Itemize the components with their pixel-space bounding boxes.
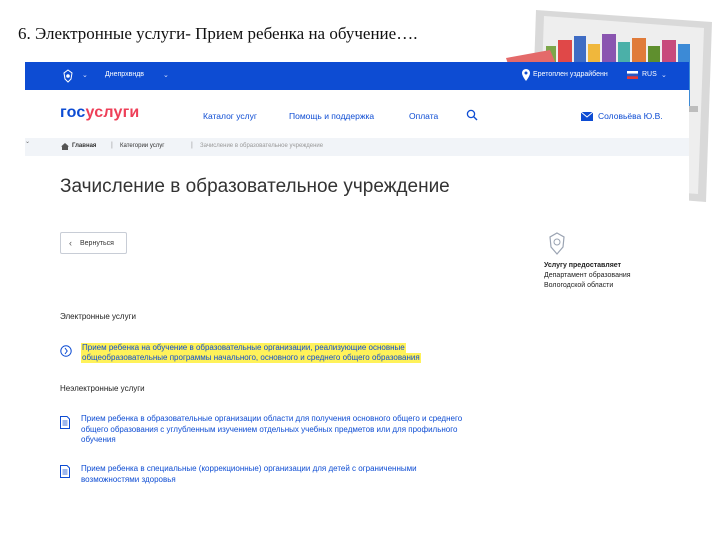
- chevron-down-icon[interactable]: ⌄: [82, 71, 88, 79]
- provider-label: Услугу предоставляет: [544, 262, 622, 269]
- flag-icon: [627, 71, 638, 79]
- location-pin-icon: [522, 69, 530, 81]
- nav-catalog[interactable]: Каталог услуг: [203, 111, 257, 121]
- slide-title: 6. Электронные услуги- Прием ребенка на …: [18, 24, 418, 43]
- electronic-services-heading: Электронные услуги: [60, 312, 136, 321]
- page-title: Зачисление в образовательное учреждение: [60, 176, 450, 197]
- chevron-down-icon[interactable]: ⌄: [163, 71, 169, 79]
- chevron-left-icon: ‹: [69, 238, 72, 248]
- search-icon[interactable]: [466, 109, 478, 121]
- gosuslugi-screenshot: ⌄ Днепрхвндв ⌄ Еретоплен уздрайбенн RUS …: [25, 62, 689, 502]
- provider-region[interactable]: Вологодской области: [544, 282, 613, 289]
- breadcrumb-home[interactable]: Главная: [72, 143, 96, 149]
- language-selector[interactable]: RUS: [642, 71, 657, 78]
- emblem-icon: [63, 69, 73, 83]
- region-selector[interactable]: Днепрхвндв: [105, 71, 144, 78]
- nav-help[interactable]: Помощь и поддержка: [289, 111, 374, 121]
- back-button[interactable]: ‹ Вернуться: [60, 232, 127, 254]
- breadcrumb-current: Зачисление в образовательное учреждение: [200, 143, 324, 149]
- chevron-down-icon[interactable]: ⌄: [25, 139, 30, 145]
- breadcrumb-categories[interactable]: Категории услуг: [120, 143, 164, 149]
- home-icon[interactable]: [61, 143, 69, 150]
- mail-icon[interactable]: [581, 112, 593, 121]
- separator: |: [111, 142, 113, 149]
- city-selector[interactable]: Еретоплен уздрайбенн: [533, 71, 608, 78]
- document-icon: [60, 465, 70, 478]
- nav-payment[interactable]: Оплата: [409, 111, 438, 121]
- gosuslugi-logo[interactable]: госуслуги: [60, 104, 139, 122]
- breadcrumb: Главная | Категории услуг ⌄ | Зачисление…: [25, 138, 689, 156]
- document-icon: [60, 416, 70, 429]
- separator: |: [191, 142, 193, 149]
- non-electronic-service-link[interactable]: Прием ребенка в образовательные организа…: [81, 414, 462, 446]
- coat-of-arms-icon: [549, 232, 565, 255]
- chevron-down-icon[interactable]: ⌄: [661, 71, 667, 79]
- electronic-service-link[interactable]: Прием ребенка на обучение в образователь…: [81, 343, 421, 363]
- non-electronic-services-heading: Неэлектронные услуги: [60, 384, 145, 393]
- non-electronic-service-link[interactable]: Прием ребенка в специальные (коррекционн…: [81, 464, 417, 485]
- site-header: госуслуги Каталог услуг Помощь и поддерж…: [25, 90, 689, 138]
- clock-icon: [60, 345, 72, 357]
- provider-name[interactable]: Департамент образования: [544, 272, 631, 279]
- user-menu[interactable]: Соловьёва Ю.В.: [598, 111, 663, 121]
- top-bar: ⌄ Днепрхвндв ⌄ Еретоплен уздрайбенн RUS …: [25, 62, 689, 90]
